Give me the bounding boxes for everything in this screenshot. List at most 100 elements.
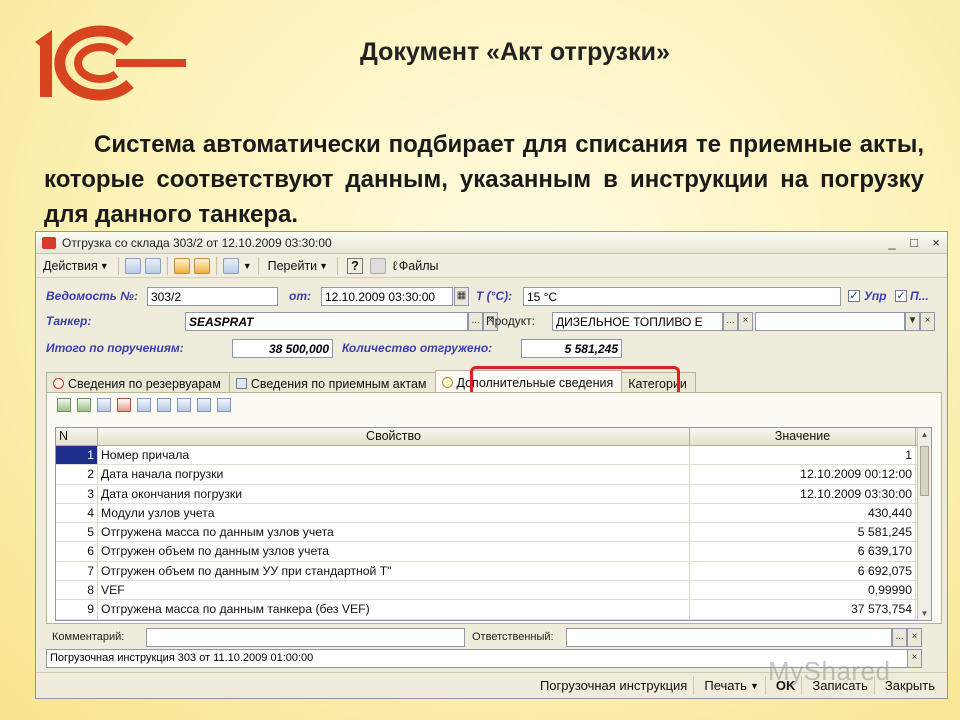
calendar-icon[interactable]: ▦: [454, 287, 469, 306]
row-property[interactable]: Отгружена масса по данным узлов учета: [98, 523, 690, 542]
row-number[interactable]: 6: [56, 542, 98, 561]
attach-icon[interactable]: [369, 257, 386, 274]
product-extra-dropdown[interactable]: ▼: [905, 312, 920, 331]
upr-checkbox[interactable]: ✓: [848, 290, 860, 302]
move-down-icon[interactable]: [177, 398, 191, 412]
p-label: П...: [910, 289, 929, 303]
toolbar: Действия ▼ ▼ Перейти ▼ ? ℓ Файлы: [36, 254, 947, 278]
goto-menu[interactable]: Перейти ▼: [265, 256, 331, 276]
add-group-icon[interactable]: [77, 398, 91, 412]
statement-number-field[interactable]: 303/2: [147, 287, 278, 306]
scroll-down-icon[interactable]: ▼: [918, 609, 931, 618]
tanker-select-button[interactable]: ...: [468, 312, 483, 331]
slide-title: Документ «Акт отгрузки»: [360, 38, 670, 66]
row-value[interactable]: 430,440: [690, 503, 916, 523]
table-row[interactable]: 3 Дата окончания погрузки 12.10.2009 03:30…: [56, 484, 931, 504]
refresh-icon[interactable]: [144, 257, 161, 274]
header-property[interactable]: Свойство: [98, 428, 690, 445]
instruction-button[interactable]: Погрузочная инструкция: [534, 676, 695, 695]
table-row[interactable]: 8 VEF 0,99990: [56, 581, 931, 601]
row-value[interactable]: 6 692,075: [690, 561, 916, 581]
row-number[interactable]: 8: [56, 581, 98, 600]
sort-desc-icon[interactable]: [217, 398, 231, 412]
row-number[interactable]: 3: [56, 484, 98, 503]
tanker-label: Танкер:: [46, 314, 92, 328]
row-value[interactable]: 5 581,245: [690, 523, 916, 542]
row-number[interactable]: 7: [56, 561, 98, 581]
instruction-clear-button[interactable]: ×: [907, 649, 922, 668]
row-value[interactable]: 6 639,170: [690, 542, 916, 561]
post-icon[interactable]: [173, 257, 190, 274]
row-value[interactable]: 12.10.2009 03:30:00: [690, 484, 916, 503]
row-number[interactable]: 5: [56, 523, 98, 542]
window-title: Отгрузка со склада 303/2 от 12.10.2009 0…: [62, 235, 332, 250]
row-number[interactable]: 2: [56, 465, 98, 484]
scroll-up-icon[interactable]: ▲: [918, 430, 931, 439]
row-number[interactable]: 9: [56, 600, 98, 619]
table-row[interactable]: 2 Дата начала погрузки 12.10.2009 00:12:00: [56, 465, 931, 485]
paperclip-icon: ℓ: [392, 258, 397, 273]
tank-icon: [53, 378, 64, 389]
row-property[interactable]: Дата начала погрузки: [98, 465, 690, 484]
table-row[interactable]: 6 Отгружен объем по данным узлов учета 6 6…: [56, 542, 931, 562]
copy-row-icon[interactable]: [97, 398, 111, 412]
table-row[interactable]: 9 Отгружена масса по данным танкера (без …: [56, 600, 931, 620]
row-property[interactable]: Отгружена масса по данным танкера (без V…: [98, 600, 690, 619]
add-row-icon[interactable]: [57, 398, 71, 412]
product-field[interactable]: ДИЗЕЛЬНОЕ ТОПЛИВО Е: [552, 312, 723, 331]
row-property[interactable]: Номер причала: [98, 446, 690, 465]
header-value[interactable]: Значение: [690, 428, 916, 445]
table-scrollbar[interactable]: ▲ ▼: [917, 428, 931, 620]
table-row[interactable]: 5 Отгружена масса по данным узлов учета 5 …: [56, 523, 931, 543]
table-row[interactable]: 4 Модули узлов учета 430,440: [56, 503, 931, 524]
row-property[interactable]: Отгружен объем по данным узлов учета: [98, 542, 690, 561]
minimize-icon[interactable]: _: [881, 235, 903, 250]
maximize-icon[interactable]: □: [903, 235, 925, 250]
close-icon[interactable]: ×: [925, 235, 947, 250]
print-button[interactable]: Печать ▼: [698, 676, 766, 695]
product-select-button[interactable]: ...: [723, 312, 738, 331]
tab-acceptance-acts[interactable]: Сведения по приемным актам: [228, 372, 436, 392]
scroll-thumb[interactable]: [920, 446, 929, 496]
help-button[interactable]: ?: [344, 256, 366, 276]
row-property[interactable]: Отгружен объем по данным УУ при стандарт…: [98, 561, 690, 581]
responsible-field[interactable]: [566, 628, 892, 647]
unpost-icon[interactable]: [193, 257, 210, 274]
add-icon[interactable]: [124, 257, 141, 274]
date-field[interactable]: 12.10.2009 03:30:00: [321, 287, 453, 306]
files-button[interactable]: ℓ Файлы: [390, 256, 442, 276]
row-value[interactable]: 0,99990: [690, 581, 916, 600]
temperature-field[interactable]: 15 °C: [523, 287, 841, 306]
comment-field[interactable]: [146, 628, 465, 647]
table-header: N Свойство Значение: [56, 428, 931, 446]
p-checkbox[interactable]: ✓: [895, 290, 907, 302]
row-value[interactable]: 37 573,754: [690, 600, 916, 619]
move-up-icon[interactable]: [157, 398, 171, 412]
additional-info-panel: N Свойство Значение 1 Номер причала 1 2 Дата…: [46, 392, 942, 624]
row-property[interactable]: VEF: [98, 581, 690, 600]
table-row[interactable]: 7 Отгружен объем по данным УУ при стандар…: [56, 561, 931, 582]
product-clear-button[interactable]: ×: [738, 312, 753, 331]
row-value[interactable]: 12.10.2009 00:12:00: [690, 465, 916, 484]
watermark: MyShared: [768, 656, 891, 686]
row-property[interactable]: Модули узлов учета: [98, 503, 690, 523]
date-label: от:: [289, 289, 311, 303]
product-extra-clear[interactable]: ×: [920, 312, 935, 331]
table-row[interactable]: 1 Номер причала 1: [56, 446, 931, 466]
actions-menu[interactable]: Действия ▼: [40, 256, 112, 276]
header-n[interactable]: N: [56, 428, 98, 445]
row-property[interactable]: Дата окончания погрузки: [98, 484, 690, 503]
tab-tanks[interactable]: Сведения по резервуарам: [46, 372, 230, 392]
responsible-label: Ответственный:: [472, 631, 554, 643]
edit-row-icon[interactable]: [137, 398, 151, 412]
row-value[interactable]: 1: [690, 446, 916, 465]
tanker-field[interactable]: SEASPRAT: [185, 312, 468, 331]
sort-asc-icon[interactable]: [197, 398, 211, 412]
responsible-select-button[interactable]: ...: [892, 628, 907, 647]
responsible-clear-button[interactable]: ×: [907, 628, 922, 647]
row-number[interactable]: 1: [56, 446, 98, 465]
product-extra-field[interactable]: [755, 312, 905, 331]
structure-icon[interactable]: [222, 257, 239, 274]
delete-row-icon[interactable]: [117, 398, 131, 412]
row-number[interactable]: 4: [56, 503, 98, 523]
